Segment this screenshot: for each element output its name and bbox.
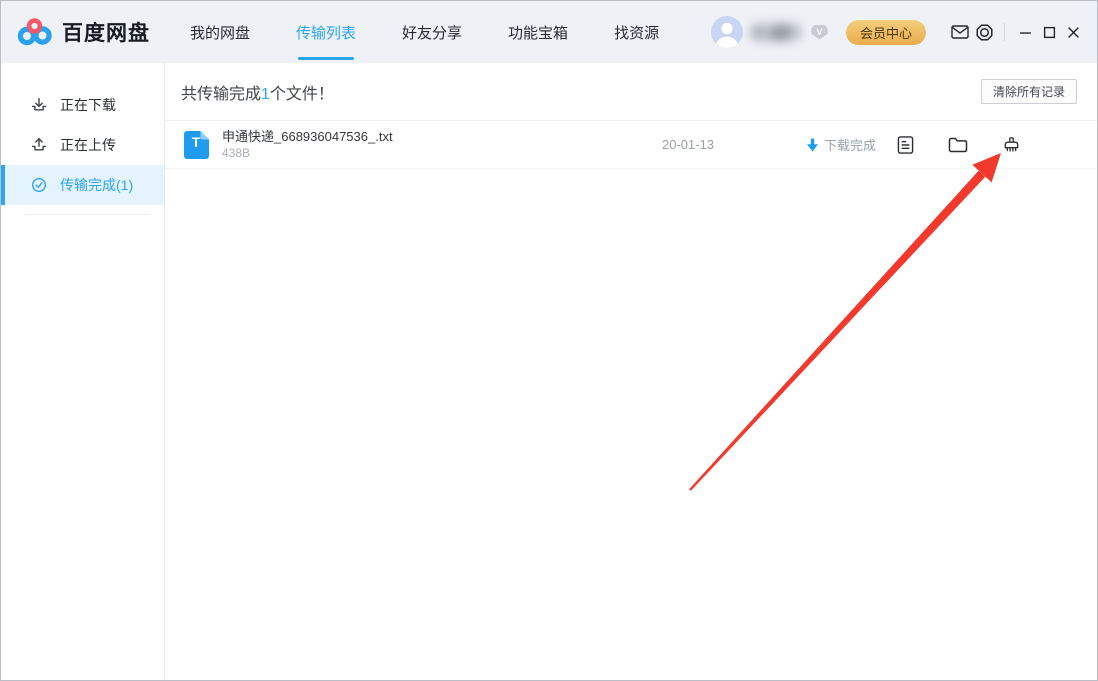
user-area: V 会员中心 xyxy=(711,16,926,48)
status-label: 下载完成 xyxy=(824,135,876,154)
user-avatar[interactable] xyxy=(711,16,743,48)
download-complete-icon xyxy=(807,138,818,152)
download-status: 下载完成 xyxy=(807,135,876,154)
member-center-button[interactable]: 会员中心 xyxy=(846,20,926,45)
sidebar-item-label: 传输完成(1) xyxy=(60,178,133,192)
file-name: 申通快递_668936047536_.txt xyxy=(222,128,662,145)
body: 正在下载 正在上传 传输完成(1) 共传输完成1个文件！ xyxy=(1,63,1097,681)
settings-button[interactable] xyxy=(972,20,996,44)
summary-prefix: 共传输完成 xyxy=(181,86,261,103)
person-icon xyxy=(711,16,743,48)
member-center-label: 会员中心 xyxy=(860,23,912,42)
summary-count: 1 xyxy=(261,86,270,103)
clear-record-button[interactable] xyxy=(1001,135,1021,155)
tab-label: 功能宝箱 xyxy=(508,22,568,43)
sidebar-item-uploading[interactable]: 正在上传 xyxy=(1,125,164,165)
sidebar-item-label: 正在上传 xyxy=(60,138,116,152)
tab-label: 找资源 xyxy=(614,22,659,43)
tab-label: 传输列表 xyxy=(296,22,356,43)
sidebar-item-label: 正在下载 xyxy=(60,98,116,112)
open-folder-button[interactable] xyxy=(948,135,968,155)
divider xyxy=(1004,23,1005,41)
broom-icon xyxy=(1002,136,1021,154)
logo: 百度网盘 xyxy=(17,16,150,48)
gear-icon xyxy=(975,23,994,42)
divider xyxy=(25,214,150,215)
app-window: 百度网盘 我的网盘 传输列表 好友分享 功能宝箱 找资源 xyxy=(0,0,1098,681)
clear-all-records-label: 清除所有记录 xyxy=(993,85,1065,99)
envelope-icon xyxy=(951,25,969,39)
username-blurred xyxy=(751,24,803,41)
content: 共传输完成1个文件！ 清除所有记录 T 申通快递_668936047536_.t… xyxy=(165,63,1097,681)
baidu-netdisk-logo-icon xyxy=(17,16,53,48)
minimize-icon xyxy=(1019,26,1032,39)
check-circle-icon xyxy=(31,177,47,193)
tab-transfer-list[interactable]: 传输列表 xyxy=(292,1,360,63)
vip-badge-icon[interactable]: V xyxy=(811,25,828,40)
download-icon xyxy=(31,97,47,113)
system-controls xyxy=(948,20,1085,44)
active-tab-underline xyxy=(298,57,354,60)
titlebar: 百度网盘 我的网盘 传输列表 好友分享 功能宝箱 找资源 xyxy=(1,1,1097,63)
main-nav: 我的网盘 传输列表 好友分享 功能宝箱 找资源 xyxy=(186,1,701,63)
tab-find-resources[interactable]: 找资源 xyxy=(610,1,663,63)
maximize-button[interactable] xyxy=(1037,20,1061,44)
sidebar: 正在下载 正在上传 传输完成(1) xyxy=(1,63,165,681)
tab-label: 好友分享 xyxy=(402,22,462,43)
tab-friend-share[interactable]: 好友分享 xyxy=(398,1,466,63)
sidebar-item-downloading[interactable]: 正在下载 xyxy=(1,85,164,125)
minimize-button[interactable] xyxy=(1013,20,1037,44)
file-date: 20-01-13 xyxy=(662,137,787,152)
upload-icon xyxy=(31,137,47,153)
app-title: 百度网盘 xyxy=(62,17,150,47)
clear-all-records-button[interactable]: 清除所有记录 xyxy=(981,79,1077,104)
document-lines-icon xyxy=(897,135,914,155)
txt-file-icon: T xyxy=(183,131,209,159)
file-type-letter: T xyxy=(183,134,209,150)
close-button[interactable] xyxy=(1061,20,1085,44)
file-row[interactable]: T 申通快递_668936047536_.txt 438B 20-01-13 下… xyxy=(165,121,1097,169)
maximize-icon xyxy=(1043,26,1056,39)
tab-toolbox[interactable]: 功能宝箱 xyxy=(504,1,572,63)
summary-text: 共传输完成1个文件！ xyxy=(181,80,334,104)
messages-button[interactable] xyxy=(948,20,972,44)
close-icon xyxy=(1067,26,1080,39)
file-size: 438B xyxy=(222,146,662,161)
open-file-button[interactable] xyxy=(895,135,915,155)
sidebar-item-completed[interactable]: 传输完成(1) xyxy=(1,165,164,205)
summary-suffix: 个文件！ xyxy=(270,86,334,103)
file-meta: 申通快递_668936047536_.txt 438B xyxy=(222,128,662,161)
file-actions xyxy=(895,135,1021,155)
folder-icon xyxy=(948,137,968,153)
tab-label: 我的网盘 xyxy=(190,22,250,43)
content-header: 共传输完成1个文件！ 清除所有记录 xyxy=(165,63,1097,121)
tab-my-drive[interactable]: 我的网盘 xyxy=(186,1,254,63)
